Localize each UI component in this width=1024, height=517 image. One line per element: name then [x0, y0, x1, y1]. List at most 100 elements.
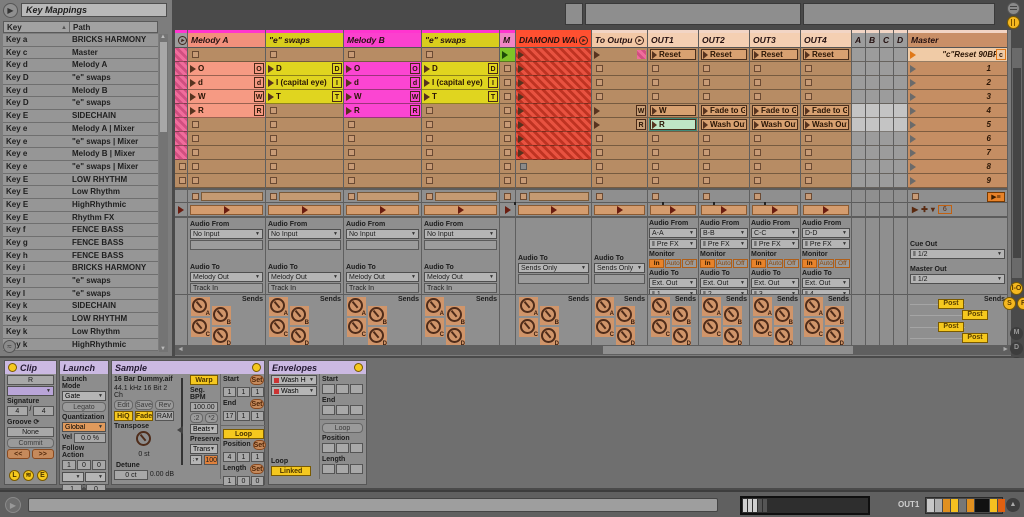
clip-stop-square[interactable] — [805, 177, 812, 184]
clip-stop-square[interactable] — [192, 121, 199, 128]
key-mapping-row[interactable]: Key kLOW RHYTHM — [3, 313, 158, 326]
start-box[interactable]: 1 — [223, 387, 236, 397]
clip-slot[interactable]: Reset — [750, 48, 800, 62]
clip-slot[interactable] — [500, 62, 515, 76]
clip-slot[interactable] — [852, 132, 865, 146]
key-mapping-row[interactable]: Key D"e" swaps — [3, 72, 158, 85]
track-header[interactable]: B — [866, 33, 879, 48]
key-mapping-row[interactable]: Key hFENCE BASS — [3, 250, 158, 263]
master-out-select[interactable]: ‖ 1/2▼ — [910, 274, 1005, 284]
key-mapping-row[interactable]: Key kHighRhythmic — [3, 339, 158, 352]
scene-play-icon[interactable] — [910, 163, 916, 171]
tap-point-select[interactable]: ‖ Pre FX▼ — [649, 239, 697, 249]
audio-from-select[interactable]: No Input▼ — [268, 229, 341, 239]
clip-stop-square[interactable] — [270, 51, 277, 58]
send-knob-d[interactable]: D — [825, 327, 844, 346]
env-position-box[interactable] — [322, 443, 335, 453]
clip-slot[interactable] — [592, 90, 647, 104]
clip-slot[interactable] — [592, 132, 647, 146]
session-horizontal-scrollbar[interactable]: ◄ ► — [175, 345, 1011, 355]
send-knob-a[interactable]: A — [269, 297, 288, 316]
env-end-box[interactable] — [336, 405, 349, 415]
monitor-auto-button[interactable]: Auto — [818, 259, 833, 268]
clip-stop-square[interactable] — [348, 163, 355, 170]
env-start-box[interactable] — [350, 384, 363, 394]
send-knob-b[interactable]: B — [723, 306, 742, 325]
clip-slot[interactable] — [266, 132, 343, 146]
track-header[interactable]: OUT2 — [699, 33, 749, 48]
clip-slot[interactable] — [866, 160, 879, 174]
send-knob-d[interactable]: D — [212, 327, 231, 346]
ram-button[interactable]: RAM — [155, 411, 174, 421]
clip-slot[interactable] — [750, 90, 800, 104]
track-status-row[interactable] — [422, 202, 499, 216]
env-length-box[interactable] — [336, 464, 349, 474]
clip-slot[interactable] — [866, 118, 879, 132]
clip-stop-square[interactable] — [703, 93, 710, 100]
clip-slot[interactable] — [699, 132, 749, 146]
clip-slot[interactable] — [880, 174, 893, 188]
clip-slot[interactable] — [880, 118, 893, 132]
start-box[interactable]: 1 — [237, 387, 250, 397]
stop-clips-button[interactable] — [424, 205, 497, 215]
set-length-button[interactable]: Set — [250, 464, 264, 474]
track-header[interactable]: Melody A — [188, 33, 265, 48]
clip-play-icon[interactable] — [518, 51, 524, 59]
clip-stop-square[interactable] — [596, 93, 603, 100]
clip-stop-square[interactable] — [754, 163, 761, 170]
key-mapping-row[interactable]: Key ERhythm FX — [3, 212, 158, 225]
clip-slot[interactable] — [592, 174, 647, 188]
clip-play-icon[interactable] — [346, 107, 352, 115]
device-chain-preview[interactable] — [925, 497, 1003, 514]
track-arm-row[interactable] — [175, 188, 187, 202]
fade-button[interactable]: Fade — [135, 411, 154, 421]
clip-play-icon[interactable] — [518, 149, 524, 157]
clip-slot[interactable]: DD — [422, 62, 499, 76]
track-status-row[interactable] — [175, 202, 187, 216]
clip-slot[interactable] — [592, 76, 647, 90]
stop-clips-button[interactable] — [752, 205, 798, 215]
key-mapping-row[interactable]: Key dMelody A — [3, 59, 158, 72]
collapsed-track-icon[interactable]: ▸ — [178, 36, 187, 45]
clip-slot[interactable] — [592, 160, 647, 174]
routing-icon[interactable]: ▸ — [579, 36, 588, 45]
clip-slot[interactable] — [699, 90, 749, 104]
input-channel-box[interactable] — [190, 240, 263, 250]
envelope-control-select[interactable]: Wash▼ — [271, 386, 317, 396]
env-loop-button[interactable]: Loop — [322, 423, 363, 433]
send-knob-a[interactable]: A — [702, 297, 721, 316]
clip-slot[interactable] — [880, 76, 893, 90]
send-knob-a[interactable]: A — [519, 297, 538, 316]
clip-stop-square[interactable] — [652, 65, 659, 72]
set-position-button[interactable]: Set — [253, 440, 266, 450]
audio-from-select[interactable]: A-A▼ — [649, 228, 697, 238]
clip-stop-square[interactable] — [754, 93, 761, 100]
scene-play-icon[interactable] — [910, 149, 916, 157]
reverse-button[interactable]: Rev — [155, 400, 174, 410]
out-clip[interactable]: Reset — [752, 49, 798, 60]
scene-play-icon[interactable] — [910, 107, 916, 115]
clip-stop-button[interactable] — [805, 193, 812, 200]
clip-stop-square[interactable] — [504, 121, 511, 128]
track-status-row[interactable] — [592, 202, 647, 216]
routing-icon[interactable]: ▸ — [635, 36, 644, 45]
clip-slot[interactable] — [648, 90, 698, 104]
clip-slot[interactable] — [648, 160, 698, 174]
clip-stop-square[interactable] — [192, 51, 199, 58]
save-button[interactable]: Save — [135, 400, 154, 410]
scene-select-box[interactable]: 6 — [938, 205, 952, 214]
clip-play-icon[interactable] — [518, 121, 524, 129]
clip-slot[interactable]: RR — [188, 104, 265, 118]
clip-stop-square[interactable] — [426, 121, 433, 128]
toggle-i-o[interactable]: I-O — [1010, 282, 1023, 295]
clip-stop-square[interactable] — [179, 163, 186, 170]
output-channel-box[interactable] — [518, 274, 589, 284]
clip-slot[interactable] — [852, 146, 865, 160]
clip-stop-square[interactable] — [520, 177, 527, 184]
clip-play-icon[interactable] — [424, 79, 430, 87]
track-arm-row[interactable] — [516, 188, 591, 202]
audio-from-select[interactable]: No Input▼ — [190, 229, 263, 239]
monitor-in-button[interactable]: In — [802, 259, 817, 268]
clip-slot[interactable] — [516, 62, 591, 76]
env-end-box[interactable] — [350, 405, 363, 415]
